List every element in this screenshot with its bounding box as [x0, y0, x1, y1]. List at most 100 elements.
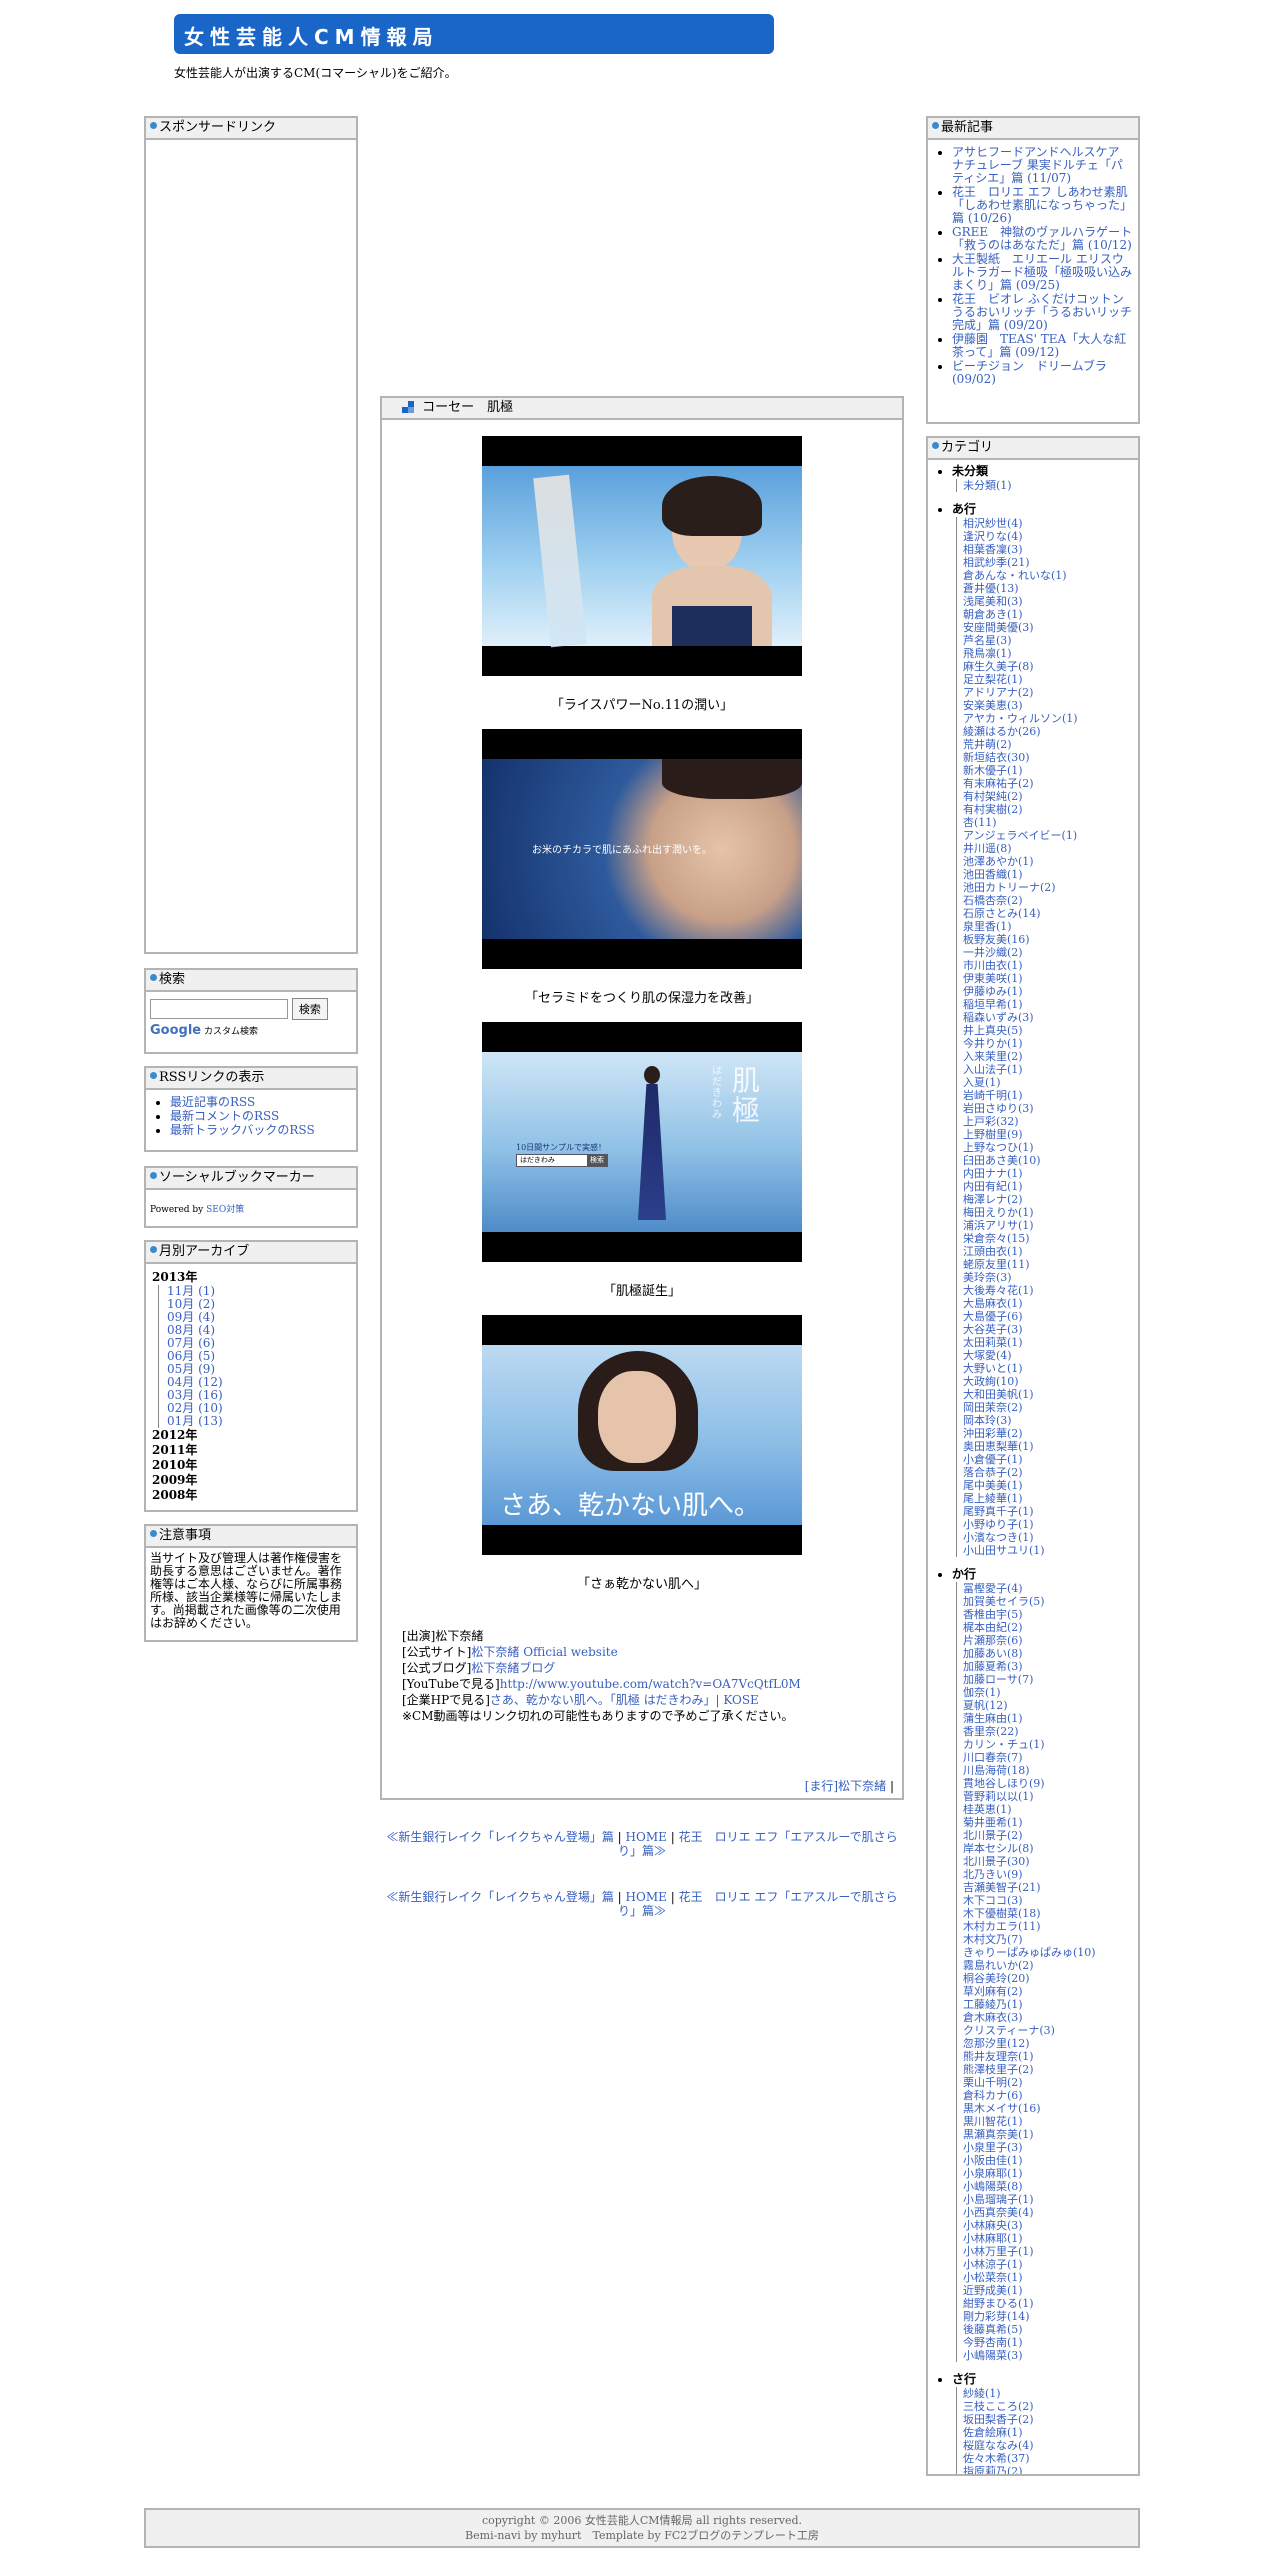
category-link[interactable]: 小泉里子(3)	[956, 2141, 1134, 2154]
category-link[interactable]: 上戸彩(32)	[956, 1115, 1134, 1128]
category-link[interactable]: 大和田美帆(1)	[956, 1388, 1134, 1401]
category-link[interactable]: 栄倉奈々(15)	[956, 1232, 1134, 1245]
category-link[interactable]: 入夏(1)	[956, 1076, 1134, 1089]
category-link[interactable]: 有村架純(2)	[956, 790, 1134, 803]
category-link[interactable]: 梅田えりか(1)	[956, 1206, 1134, 1219]
category-link[interactable]: 香里奈(22)	[956, 1725, 1134, 1738]
category-link[interactable]: 伊藤ゆみ(1)	[956, 985, 1134, 998]
category-link[interactable]: 蒲生麻由(1)	[956, 1712, 1134, 1725]
category-link[interactable]: 飛鳥凛(1)	[956, 647, 1134, 660]
category-link[interactable]: 小嶋陽菜(8)	[956, 2180, 1134, 2193]
category-link[interactable]: 上野樹里(9)	[956, 1128, 1134, 1141]
category-link[interactable]: 杏(11)	[956, 816, 1134, 829]
recent-entry-item[interactable]: GREE 神獄のヴァルハラゲート「救うのはあなただ」篇 (10/12)	[952, 226, 1134, 252]
category-link[interactable]: 井川遥(8)	[956, 842, 1134, 855]
archive-year[interactable]: 2012年	[152, 1428, 352, 1443]
category-link[interactable]: 小林麻耶(1)	[956, 2232, 1134, 2245]
category-link[interactable]: 冨樫愛子(4)	[956, 1582, 1134, 1595]
category-link[interactable]: 工藤綾乃(1)	[956, 1998, 1134, 2011]
category-link[interactable]: 北川景子(2)	[956, 1829, 1134, 1842]
category-link[interactable]: 沖田彩華(2)	[956, 1427, 1134, 1440]
category-link[interactable]: 美玲奈(3)	[956, 1271, 1134, 1284]
category-link[interactable]: 池澤あやか(1)	[956, 855, 1134, 868]
seo-link[interactable]: SEO対策	[206, 1205, 244, 1215]
category-link[interactable]: 相葉香凜(3)	[956, 543, 1134, 556]
category-link[interactable]: 市川由衣(1)	[956, 959, 1134, 972]
category-link[interactable]: 綾瀬はるか(26)	[956, 725, 1134, 738]
archive-year[interactable]: 2009年	[152, 1473, 352, 1488]
recent-entry-link[interactable]: ビーチジョン ドリームブラ (09/02)	[952, 359, 1107, 386]
category-link[interactable]: 霧島れいか(2)	[956, 1959, 1134, 1972]
category-link[interactable]: 香椎由宇(5)	[956, 1608, 1134, 1621]
category-link[interactable]: 菊井亜希(1)	[956, 1816, 1134, 1829]
category-link[interactable]: 奥田恵梨華(1)	[956, 1440, 1134, 1453]
category-link[interactable]: 近野成美(1)	[956, 2284, 1134, 2297]
category-link[interactable]: 木下ココ(3)	[956, 1894, 1134, 1907]
category-link[interactable]: 石橋杏奈(2)	[956, 894, 1134, 907]
prev-entry-link[interactable]: ≪新生銀行レイク「レイクちゃん登場」篇	[386, 1890, 614, 1904]
category-link[interactable]: 川島海荷(18)	[956, 1764, 1134, 1777]
category-link[interactable]: 池田カトリーナ(2)	[956, 881, 1134, 894]
category-link[interactable]: 泉里香(1)	[956, 920, 1134, 933]
category-link[interactable]: 草刈麻有(2)	[956, 1985, 1134, 1998]
category-link[interactable]: 今井りか(1)	[956, 1037, 1134, 1050]
category-link[interactable]: 倉あんな・れいな(1)	[956, 569, 1134, 582]
category-link[interactable]: 太田莉菜(1)	[956, 1336, 1134, 1349]
category-link[interactable]: 逢沢りな(4)	[956, 530, 1134, 543]
search-input[interactable]	[150, 999, 288, 1019]
category-link[interactable]: 菅野莉以以(1)	[956, 1790, 1134, 1803]
category-link[interactable]: 相武紗季(21)	[956, 556, 1134, 569]
category-link[interactable]: 入来茉里(2)	[956, 1050, 1134, 1063]
category-link[interactable]: 小阪由佳(1)	[956, 2154, 1134, 2167]
recent-entry-item[interactable]: 大王製紙 エリエール エリスウルトラガード極吸「極吸吸い込みまくり」篇 (09/…	[952, 253, 1134, 292]
category-group-heading[interactable]: か行	[952, 1567, 1134, 1582]
category-link[interactable]: 大野いと(1)	[956, 1362, 1134, 1375]
category-link[interactable]: 紺野まひる(1)	[956, 2297, 1134, 2310]
archive-year[interactable]: 2010年	[152, 1458, 352, 1473]
category-link[interactable]: 荒井萌(2)	[956, 738, 1134, 751]
archive-year[interactable]: 2013年	[152, 1270, 352, 1285]
category-link[interactable]: 安楽美恵(3)	[956, 699, 1134, 712]
category-link[interactable]: 三枝こころ(2)	[956, 2400, 1134, 2413]
category-link[interactable]: 倉木麻衣(3)	[956, 2011, 1134, 2024]
category-link[interactable]: 小林麻央(3)	[956, 2219, 1134, 2232]
recent-entry-item[interactable]: 伊藤園 TEAS' TEA「大人な紅茶って」篇 (09/12)	[952, 333, 1134, 359]
category-link[interactable]: 紗綾(1)	[956, 2387, 1134, 2400]
category-link[interactable]: 加賀美セイラ(5)	[956, 1595, 1134, 1608]
official-blog-link[interactable]: 松下奈緒ブログ	[471, 1661, 555, 1675]
category-group-heading[interactable]: さ行	[952, 2372, 1134, 2387]
category-link[interactable]: 大島麻衣(1)	[956, 1297, 1134, 1310]
category-link[interactable]: 桂英恵(1)	[956, 1803, 1134, 1816]
category-link[interactable]: 小林万里子(1)	[956, 2245, 1134, 2258]
category-link[interactable]: 加藤ローサ(7)	[956, 1673, 1134, 1686]
category-link[interactable]: 吉瀬美智子(21)	[956, 1881, 1134, 1894]
official-site-link[interactable]: 松下奈緒 Official website	[471, 1645, 617, 1659]
category-link[interactable]: きゃりーぱみゅぱみゅ(10)	[956, 1946, 1134, 1959]
category-link[interactable]: 新垣結衣(30)	[956, 751, 1134, 764]
rss-link-entries[interactable]: 最近記事のRSS	[170, 1096, 352, 1109]
category-link[interactable]: 大谷英子(3)	[956, 1323, 1134, 1336]
category-link[interactable]: 浅尾美和(3)	[956, 595, 1134, 608]
recent-entry-item[interactable]: ビーチジョン ドリームブラ (09/02)	[952, 360, 1134, 386]
category-link[interactable]: 片瀬那奈(6)	[956, 1634, 1134, 1647]
category-link[interactable]: 未分類(1)	[956, 479, 1134, 492]
category-link[interactable]: 石原さとみ(14)	[956, 907, 1134, 920]
category-link[interactable]: 剛力彩芽(14)	[956, 2310, 1134, 2323]
category-link[interactable]: 臼田あさ美(10)	[956, 1154, 1134, 1167]
category-link[interactable]: 後藤真希(5)	[956, 2323, 1134, 2336]
category-link[interactable]: 小山田サユリ(1)	[956, 1544, 1134, 1557]
category-link[interactable]: 小林涼子(1)	[956, 2258, 1134, 2271]
category-link[interactable]: 加藤あい(8)	[956, 1647, 1134, 1660]
category-link[interactable]: 小濱なつき(1)	[956, 1531, 1134, 1544]
category-link[interactable]: 安座間美優(3)	[956, 621, 1134, 634]
category-link[interactable]: 内田有紀(1)	[956, 1180, 1134, 1193]
category-link[interactable]: 貫地谷しほり(9)	[956, 1777, 1134, 1790]
category-link[interactable]: 有村実樹(2)	[956, 803, 1134, 816]
category-link[interactable]: 黒木メイサ(16)	[956, 2102, 1134, 2115]
category-link[interactable]: 岡田茉奈(2)	[956, 1401, 1134, 1414]
recent-entry-link[interactable]: 花王 ロリエ エフ しあわせ素肌「しあわせ素肌になっちゃった」篇 (10/26)	[952, 185, 1132, 225]
category-link[interactable]: 小松菜奈(1)	[956, 2271, 1134, 2284]
category-link[interactable]: 尾野真千子(1)	[956, 1505, 1134, 1518]
recent-entry-item[interactable]: アサヒフードアンドヘルスケア ナチュレーブ 果実ドルチェ「パティシエ」篇 (11…	[952, 146, 1134, 185]
category-link[interactable]: 小西真奈美(4)	[956, 2206, 1134, 2219]
